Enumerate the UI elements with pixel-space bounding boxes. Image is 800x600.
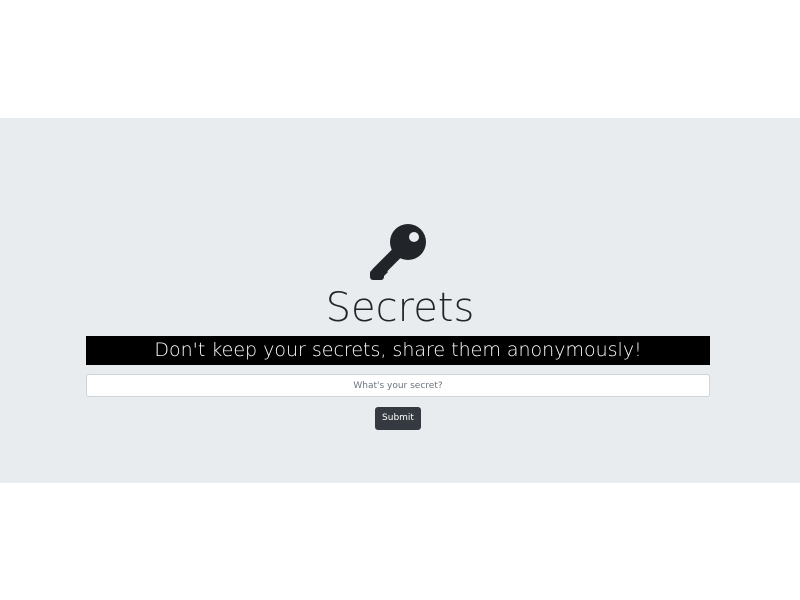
secret-input[interactable] <box>86 374 710 397</box>
key-icon <box>368 222 428 282</box>
submit-button[interactable]: Submit <box>375 407 421 430</box>
page-title: Secrets <box>325 285 475 331</box>
tagline-banner: Don't keep your secrets, share them anon… <box>86 336 710 365</box>
